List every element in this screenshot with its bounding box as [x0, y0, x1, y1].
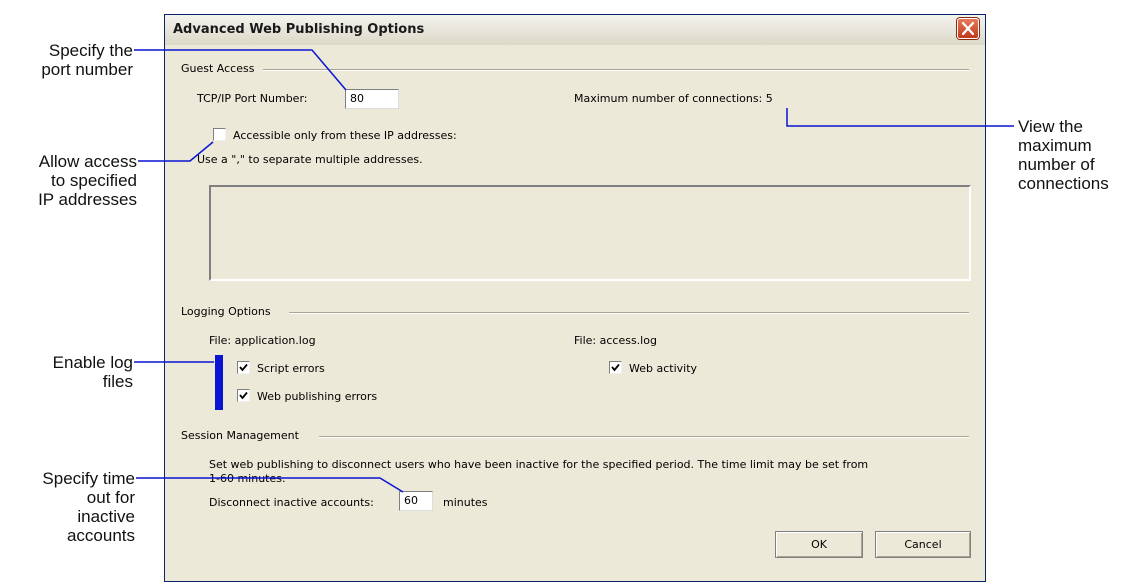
callout-line: maximum — [1018, 136, 1092, 155]
ip-callout: Allow access to specified IP addresses — [38, 152, 137, 209]
ip-callout-line — [138, 141, 214, 162]
callout-line: accounts — [66, 526, 135, 545]
callout-line: Specify time — [42, 469, 135, 488]
callout-line: number of — [1018, 155, 1095, 174]
timeout-callout: Specify time out for inactive accounts — [42, 469, 135, 545]
callout-line: port number — [41, 60, 133, 79]
port-callout-line — [134, 49, 347, 91]
port-callout: Specify the port number — [41, 41, 133, 79]
max-connections-callout-line — [786, 108, 1014, 127]
logs-callout: Enable log files — [53, 353, 133, 391]
max-connections-callout: View the maximum number of connections — [1018, 117, 1109, 193]
callout-line: out for — [86, 488, 135, 507]
callout-lines — [134, 49, 1014, 493]
callout-line: inactive — [77, 507, 135, 526]
callout-line: Allow access — [38, 152, 137, 171]
callout-line: Enable log — [52, 353, 133, 372]
callout-line: IP addresses — [38, 190, 137, 209]
timeout-callout-line — [136, 477, 404, 493]
callout-line: View the — [1018, 117, 1083, 136]
callout-line: files — [102, 372, 133, 391]
callout-line: to specified — [51, 171, 137, 190]
callout-line: Specify the — [48, 41, 133, 60]
callout-line: connections — [1018, 174, 1109, 193]
